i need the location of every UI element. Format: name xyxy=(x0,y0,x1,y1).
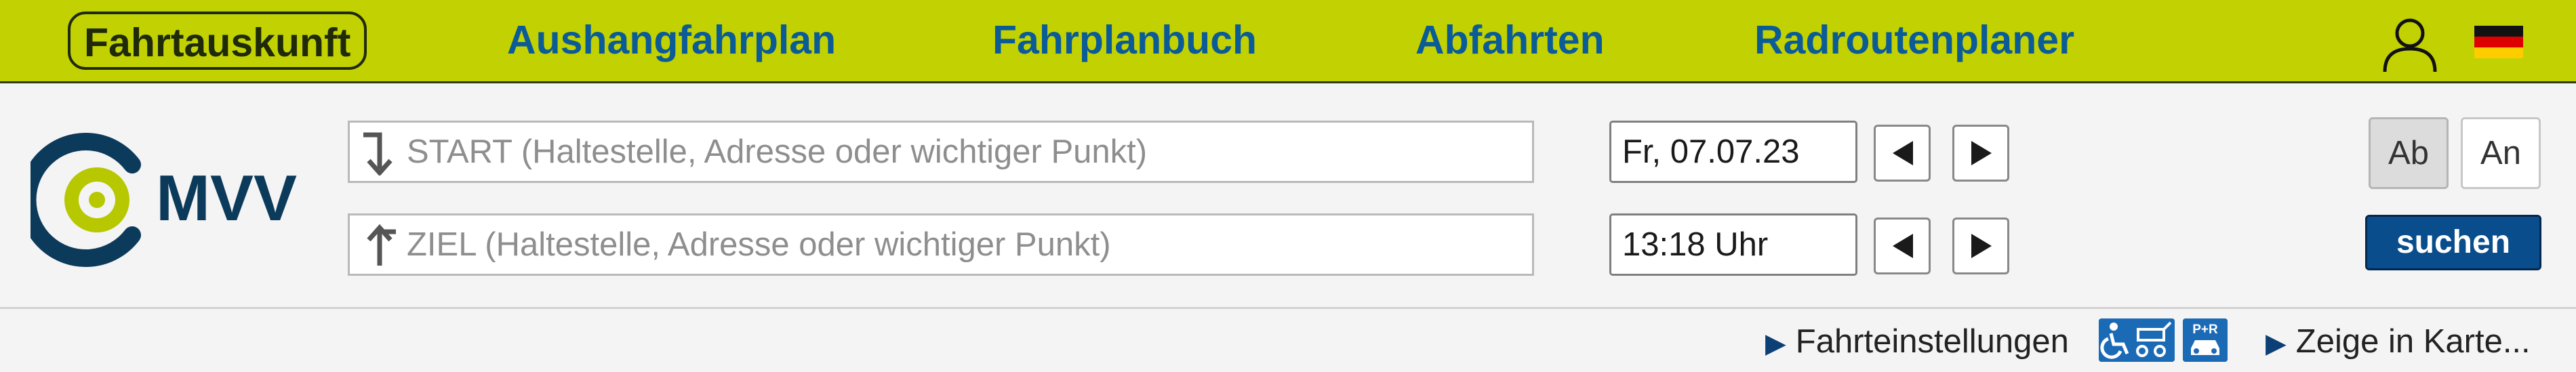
user-icon[interactable] xyxy=(2381,15,2439,73)
trip-settings-label: Fahrteinstellungen xyxy=(1795,323,2069,360)
date-prev-button[interactable] xyxy=(1874,125,1931,182)
triangle-right-icon: ▶ xyxy=(1765,329,1786,358)
arrow-down-icon xyxy=(363,132,393,175)
date-field[interactable]: Fr, 07.07.23 xyxy=(1609,121,1857,183)
arrival-toggle[interactable]: An xyxy=(2461,117,2541,189)
show-in-map-label: Zeige in Karte... xyxy=(2295,323,2531,360)
triangle-right-icon xyxy=(1971,141,1992,165)
mvv-logo[interactable]: MVV xyxy=(31,132,322,268)
top-nav: Fahrtauskunft Aushangfahrplan Fahrplanbu… xyxy=(0,0,2576,83)
trip-settings-link[interactable]: ▶ Fahrteinstellungen xyxy=(1765,318,2069,365)
triangle-left-icon xyxy=(1893,234,1913,258)
start-field[interactable] xyxy=(348,121,1534,183)
park-and-ride-badge-text: P+R xyxy=(2192,323,2218,337)
start-input[interactable] xyxy=(407,128,1518,175)
german-flag-icon[interactable] xyxy=(2474,26,2523,58)
ziel-input[interactable] xyxy=(407,221,1518,268)
arrow-up-icon xyxy=(367,224,396,266)
nav-tab-fahrtauskunft[interactable]: Fahrtauskunft xyxy=(68,12,367,70)
nav-tab-fahrplanbuch[interactable]: Fahrplanbuch xyxy=(992,0,1257,81)
show-in-map-link[interactable]: ▶ Zeige in Karte... xyxy=(2266,318,2531,365)
park-and-ride-icon[interactable]: P+R xyxy=(2183,318,2228,362)
triangle-right-icon: ▶ xyxy=(2266,329,2287,358)
wheelchair-stroller-icon[interactable] xyxy=(2099,318,2175,362)
triangle-right-icon xyxy=(1971,234,1992,258)
search-button[interactable]: suchen xyxy=(2365,215,2541,270)
time-field[interactable]: 13:18 Uhr xyxy=(1609,213,1857,276)
logo-text: MVV xyxy=(156,162,297,234)
divider xyxy=(0,307,2576,309)
ziel-field[interactable] xyxy=(348,213,1534,276)
time-next-button[interactable] xyxy=(1952,218,2009,274)
nav-tab-radroutenplaner[interactable]: Radroutenplaner xyxy=(1754,0,2074,81)
date-next-button[interactable] xyxy=(1952,125,2009,182)
nav-tab-abfahrten[interactable]: Abfahrten xyxy=(1415,0,1605,81)
triangle-left-icon xyxy=(1893,141,1913,165)
time-prev-button[interactable] xyxy=(1874,218,1931,274)
departure-toggle[interactable]: Ab xyxy=(2369,117,2449,189)
nav-tab-aushangfahrplan[interactable]: Aushangfahrplan xyxy=(507,0,836,81)
